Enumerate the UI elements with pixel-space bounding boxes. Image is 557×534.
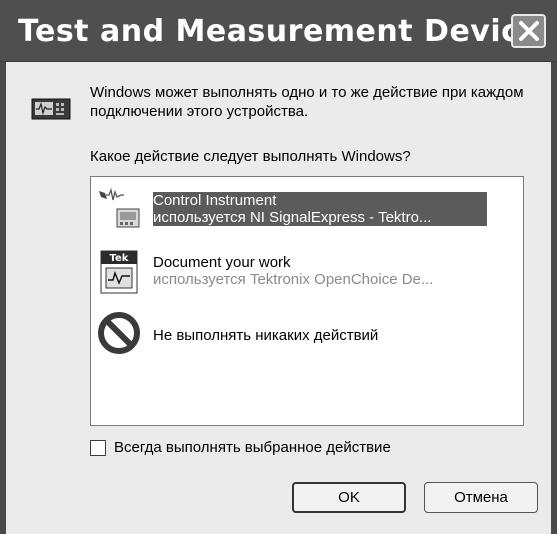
always-checkbox-label[interactable]: Всегда выполнять выбранное действие <box>114 439 391 456</box>
cancel-button[interactable]: Отмена <box>424 482 538 513</box>
action-text: Document your work используется Tektroni… <box>153 254 433 288</box>
device-icon <box>31 98 71 120</box>
dialog-window: Test and Measurement Device Windows може… <box>0 0 557 534</box>
window-title: Test and Measurement Device <box>18 14 541 49</box>
action-subtitle: используется Tektronix OpenChoice De... <box>153 271 434 288</box>
svg-text:Tek: Tek <box>110 253 129 264</box>
action-title: Не выполнять никаких действий <box>153 327 379 344</box>
action-subtitle: используется NI SignalExpress - Tektro..… <box>153 209 432 226</box>
action-title: Document your work <box>153 254 291 271</box>
action-title: Control Instrument <box>153 192 277 209</box>
action-item-control-instrument[interactable]: Control Instrument используется NI Signa… <box>95 185 515 233</box>
close-button[interactable] <box>511 14 546 48</box>
action-item-no-action[interactable]: Не выполнять никаких действий <box>95 309 515 357</box>
action-text: Не выполнять никаких действий <box>153 327 378 344</box>
intro-text: Windows может выполнять одно и то же дей… <box>90 84 524 120</box>
no-action-icon <box>98 312 140 354</box>
actions-listbox[interactable]: Control Instrument используется NI Signa… <box>90 176 524 426</box>
close-icon <box>518 21 539 41</box>
title-bar[interactable]: Test and Measurement Device <box>0 0 557 62</box>
action-item-document-your-work[interactable]: Tek Document your work используется Tekt… <box>95 247 515 295</box>
action-text: Control Instrument используется NI Signa… <box>153 192 487 226</box>
question-text: Какое действие следует выполнять Windows… <box>90 148 411 165</box>
always-checkbox[interactable] <box>90 440 106 456</box>
ok-button[interactable]: OK <box>292 482 406 513</box>
tek-document-icon: Tek <box>100 250 138 294</box>
control-instrument-icon <box>99 187 140 228</box>
